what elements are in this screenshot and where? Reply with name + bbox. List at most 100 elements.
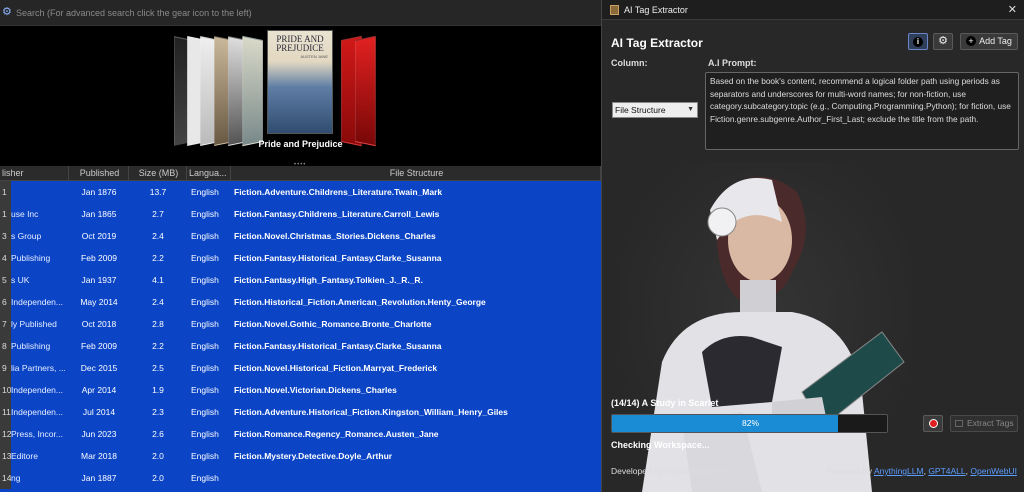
file-structure-cell[interactable]: Fiction.Novel.Victorian.Dickens_Charles (234, 379, 601, 401)
size-cell[interactable]: 2.4 (129, 225, 187, 247)
published-cell[interactable]: Jul 2014 (69, 401, 129, 423)
language-cell[interactable]: English (187, 401, 231, 423)
language-cell[interactable]: English (187, 247, 231, 269)
language-cell[interactable]: English (187, 269, 231, 291)
table-row[interactable]: 8 Publishing Feb 2009 2.2 English Fiction.Fan… (0, 335, 601, 357)
size-cell[interactable]: 2.7 (129, 203, 187, 225)
publisher-cell[interactable]: s Group (11, 225, 69, 247)
column-header-published[interactable]: Published (69, 166, 129, 181)
row-index-cell[interactable]: 10 (0, 379, 11, 401)
link-anythingllm[interactable]: AnythingLLM (874, 466, 924, 476)
language-cell[interactable]: English (187, 467, 231, 489)
table-row[interactable]: 1 Jan 1876 13.7 English Fiction.Adventure.Ch… (0, 181, 601, 203)
language-cell[interactable]: English (187, 357, 231, 379)
publisher-cell[interactable]: use Inc (11, 203, 69, 225)
size-cell[interactable]: 2.0 (129, 467, 187, 489)
size-cell[interactable]: 4.1 (129, 269, 187, 291)
language-cell[interactable]: English (187, 203, 231, 225)
row-index-cell[interactable]: 7 (0, 313, 11, 335)
table-row[interactable]: 5s UK Jan 1937 4.1 English Fiction.Fantasy.H… (0, 269, 601, 291)
file-structure-cell[interactable]: Fiction.Historical_Fiction.American_Revo… (234, 291, 601, 313)
published-cell[interactable]: Feb 2009 (69, 247, 129, 269)
published-cell[interactable]: Oct 2019 (69, 225, 129, 247)
table-row[interactable]: 7 ly Published Oct 2018 2.8 English Fiction.N… (0, 313, 601, 335)
info-button[interactable]: i (908, 33, 928, 50)
file-structure-cell[interactable]: Fiction.Adventure.Historical_Fiction.Kin… (234, 401, 601, 423)
file-structure-cell[interactable]: Fiction.Mystery.Detective.Doyle_Arthur (234, 445, 601, 467)
publisher-cell[interactable]: lia Partners, ... (11, 357, 69, 379)
table-row[interactable]: 14 ng Jan 1887 2.0 English (0, 467, 601, 489)
published-cell[interactable]: Oct 2018 (69, 313, 129, 335)
table-row[interactable]: 1 use Inc Jan 1865 2.7 English Fiction.Fantas… (0, 203, 601, 225)
published-cell[interactable]: Jan 1865 (69, 203, 129, 225)
add-tag-button[interactable]: + Add Tag (960, 33, 1018, 50)
file-structure-cell[interactable]: Fiction.Romance.Regency_Romance.Austen_J… (234, 423, 601, 445)
size-cell[interactable]: 2.5 (129, 357, 187, 379)
published-cell[interactable]: Jun 2023 (69, 423, 129, 445)
cover-carousel[interactable]: PRIDE AND PREJUDICE AUSTEN JANE Pride an… (0, 26, 601, 160)
table-row[interactable]: 11 Independen... Jul 2014 2.3 English Fiction… (0, 401, 601, 423)
file-structure-cell[interactable]: Fiction.Fantasy.Childrens_Literature.Car… (234, 203, 601, 225)
row-index-cell[interactable]: 12 (0, 423, 11, 445)
size-cell[interactable]: 2.2 (129, 247, 187, 269)
file-structure-cell[interactable]: Fiction.Novel.Gothic_Romance.Bronte_Char… (234, 313, 601, 335)
language-cell[interactable]: English (187, 445, 231, 467)
size-cell[interactable]: 13.7 (129, 181, 187, 203)
size-cell[interactable]: 2.4 (129, 291, 187, 313)
row-index-cell[interactable]: 6 (0, 291, 11, 313)
row-index-cell[interactable]: 8 (0, 335, 11, 357)
book-grid[interactable]: 1 Jan 1876 13.7 English Fiction.Adventure.Ch… (0, 181, 601, 492)
published-cell[interactable]: Mar 2018 (69, 445, 129, 467)
published-cell[interactable]: Jan 1887 (69, 467, 129, 489)
row-index-cell[interactable]: 3 (0, 225, 11, 247)
row-index-cell[interactable]: 1 (0, 181, 11, 203)
dialog-titlebar[interactable]: AI Tag Extractor ✕ (602, 0, 1024, 20)
book-cover[interactable] (355, 35, 376, 147)
file-structure-cell[interactable]: Fiction.Fantasy.Historical_Fantasy.Clark… (234, 247, 601, 269)
publisher-cell[interactable]: Independen... (11, 401, 69, 423)
selected-book-cover[interactable]: PRIDE AND PREJUDICE AUSTEN JANE (267, 30, 333, 134)
row-index-cell[interactable]: 11 (0, 401, 11, 423)
row-index-cell[interactable]: 5 (0, 269, 11, 291)
link-gpt4all[interactable]: GPT4ALL (928, 466, 965, 476)
row-index-cell[interactable]: 1 (0, 203, 11, 225)
published-cell[interactable]: Dec 2015 (69, 357, 129, 379)
settings-button[interactable]: ⚙ (933, 33, 953, 50)
table-row[interactable]: 3s Group Oct 2019 2.4 English Fiction.Novel.… (0, 225, 601, 247)
size-cell[interactable]: 1.9 (129, 379, 187, 401)
size-cell[interactable]: 2.3 (129, 401, 187, 423)
extract-tags-button[interactable]: Extract Tags (950, 415, 1018, 432)
table-row[interactable]: 12 Press, Incor... Jun 2023 2.6 English Ficti… (0, 423, 601, 445)
row-index-cell[interactable]: 4 (0, 247, 11, 269)
gear-icon[interactable]: ⚙ (2, 7, 13, 18)
row-index-cell[interactable]: 14 (0, 467, 11, 489)
language-cell[interactable]: English (187, 313, 231, 335)
column-header-file-structure[interactable]: File Structure (231, 166, 601, 181)
row-index-cell[interactable]: 13 (0, 445, 11, 467)
publisher-cell[interactable]: ng (11, 467, 69, 489)
size-cell[interactable]: 2.2 (129, 335, 187, 357)
column-header-size[interactable]: Size (MB) (129, 166, 187, 181)
published-cell[interactable]: Jan 1876 (69, 181, 129, 203)
publisher-cell[interactable] (11, 181, 69, 203)
size-cell[interactable]: 2.0 (129, 445, 187, 467)
file-structure-cell[interactable]: Fiction.Novel.Christmas_Stories.Dickens_… (234, 225, 601, 247)
published-cell[interactable]: Apr 2014 (69, 379, 129, 401)
search-bar[interactable]: ⚙ Search (For advanced search click the … (0, 0, 601, 26)
stop-button[interactable] (923, 415, 943, 432)
publisher-cell[interactable]: Editore (11, 445, 69, 467)
table-row[interactable]: 4 Publishing Feb 2009 2.2 English Fiction.Fan… (0, 247, 601, 269)
search-input[interactable]: Search (For advanced search click the ge… (16, 8, 252, 18)
file-structure-cell[interactable]: Fiction.Fantasy.High_Fantasy.Tolkien_J._… (234, 269, 601, 291)
file-structure-cell[interactable]: Fiction.Adventure.Childrens_Literature.T… (234, 181, 601, 203)
column-select[interactable]: File Structure ▼ (612, 102, 698, 118)
size-cell[interactable]: 2.8 (129, 313, 187, 335)
published-cell[interactable]: Jan 1937 (69, 269, 129, 291)
table-row[interactable]: 6 Independen... May 2014 2.4 English Fiction.… (0, 291, 601, 313)
publisher-cell[interactable]: Publishing (11, 335, 69, 357)
column-header-language[interactable]: Langua... (187, 166, 231, 181)
language-cell[interactable]: English (187, 423, 231, 445)
language-cell[interactable]: English (187, 291, 231, 313)
table-row[interactable]: 10 Independen... Apr 2014 1.9 English Fiction… (0, 379, 601, 401)
size-cell[interactable]: 2.6 (129, 423, 187, 445)
